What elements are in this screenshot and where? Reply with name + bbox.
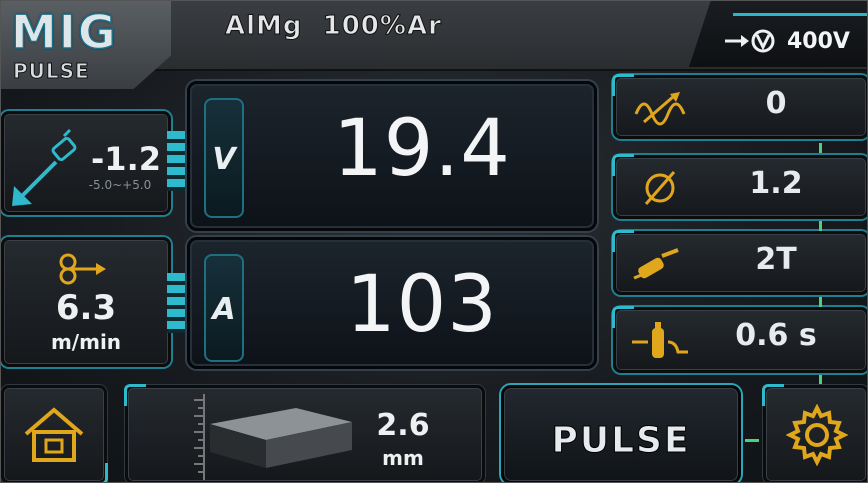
current-display[interactable]: A 103: [187, 237, 597, 369]
material-label: AlMg 100%Ar: [225, 11, 442, 42]
home-button[interactable]: [1, 385, 108, 482]
metal-plate-icon: [210, 408, 352, 468]
wire-diameter-value: 1.2: [749, 166, 803, 201]
supply-voltage-icon: [725, 29, 775, 53]
corner-accent: [762, 384, 784, 406]
pulse-button[interactable]: PULSE: [501, 385, 741, 482]
gas-postflow-value: 0.6 s: [735, 318, 817, 353]
arc-length-value: 0: [765, 86, 787, 121]
arc-correction-icon: [12, 128, 77, 206]
home-icon: [24, 407, 84, 462]
indicator-tick: [819, 297, 822, 307]
indicator-tick: [819, 143, 822, 153]
torch-icon: [633, 248, 679, 280]
diameter-icon: [644, 171, 676, 205]
arc-length-param[interactable]: 0: [612, 74, 867, 139]
corner-accent: [86, 463, 108, 482]
gas-postflow-param[interactable]: 0.6 s: [612, 306, 867, 373]
current-unit: A: [212, 292, 236, 327]
settings-button[interactable]: [762, 384, 867, 482]
voltage-unit: V: [212, 142, 236, 177]
indicator-tick: [745, 439, 759, 442]
pulse-button-label: PULSE: [551, 420, 691, 462]
indicator-tick: [819, 375, 822, 385]
supply-voltage-value: 400V: [787, 29, 850, 54]
arc-length-icon: [634, 92, 686, 126]
trigger-mode-param[interactable]: 2T: [612, 230, 867, 295]
gear-icon: [786, 404, 848, 466]
current-unit-chip: A: [204, 254, 244, 362]
wire-feed-icon: [59, 253, 106, 285]
mode-main-label: MIG: [10, 4, 118, 60]
accent-line: [733, 13, 867, 16]
current-value: 103: [346, 260, 498, 350]
wire-speed-panel[interactable]: 6.3 m/min: [1, 237, 171, 367]
connector: [167, 131, 189, 191]
trigger-mode-value: 2T: [755, 242, 797, 277]
thickness-unit: mm: [382, 446, 424, 470]
connector: [167, 273, 189, 333]
corner-accent: [124, 384, 146, 406]
arc-correction-range: -5.0~+5.0: [88, 178, 152, 192]
wire-speed-value: 6.3: [55, 288, 117, 328]
welder-screen: MIG PULSE AlMg 100%Ar 400V -1.2 -5.0~+5.…: [0, 0, 868, 483]
material-thickness-button[interactable]: 2.6 mm: [124, 384, 485, 482]
wire-diameter-param[interactable]: 1.2: [612, 154, 867, 219]
voltage-unit-chip: V: [204, 98, 244, 218]
thickness-value: 2.6: [376, 408, 430, 443]
arc-correction-value: -1.2: [91, 140, 161, 178]
arc-correction-panel[interactable]: -1.2 -5.0~+5.0: [1, 111, 171, 215]
voltage-display[interactable]: V 19.4: [187, 81, 597, 231]
mode-sub-label: PULSE: [13, 59, 90, 84]
wire-speed-unit: m/min: [50, 330, 122, 354]
indicator-tick: [819, 221, 822, 231]
gas-postflow-icon: [632, 322, 688, 358]
voltage-value: 19.4: [333, 104, 511, 194]
